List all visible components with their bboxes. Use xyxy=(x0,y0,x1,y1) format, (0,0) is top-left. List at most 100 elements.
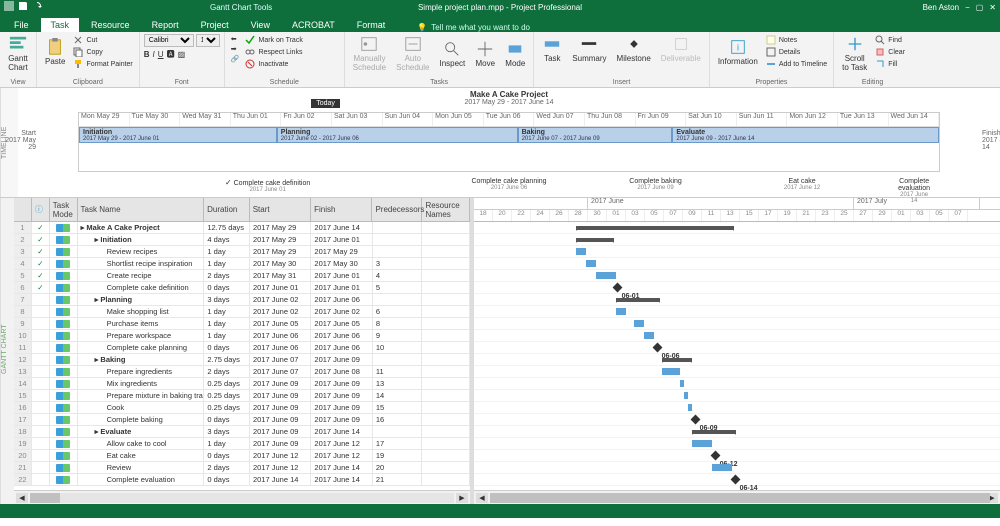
resource-cell[interactable] xyxy=(422,354,470,365)
chart-row[interactable] xyxy=(474,294,1000,306)
task-mode-cell[interactable] xyxy=(50,450,78,461)
resource-cell[interactable] xyxy=(422,342,470,353)
finish-cell[interactable]: 2017 June 08 xyxy=(311,366,372,377)
task-mode-cell[interactable] xyxy=(50,414,78,425)
deliverable-button[interactable]: Deliverable xyxy=(657,34,705,64)
maximize-icon[interactable]: ▢ xyxy=(976,3,984,12)
table-row[interactable]: 5✓Create recipe2 days2017 May 312017 Jun… xyxy=(14,270,470,282)
ribbon-tab-view[interactable]: View xyxy=(241,18,280,32)
row-number[interactable]: 1 xyxy=(14,222,32,233)
resource-cell[interactable] xyxy=(422,438,470,449)
add-to-timeline-button[interactable]: Add to Timeline xyxy=(764,58,829,70)
duration-cell[interactable]: 1 day xyxy=(204,246,250,257)
summary-bar[interactable] xyxy=(692,430,736,434)
task-mode-cell[interactable] xyxy=(50,270,78,281)
row-number[interactable]: 10 xyxy=(14,330,32,341)
finish-cell[interactable]: 2017 June 06 xyxy=(311,294,372,305)
predecessor-cell[interactable] xyxy=(373,294,423,305)
close-icon[interactable]: ✕ xyxy=(989,3,996,12)
task-name-cell[interactable]: Review xyxy=(78,462,205,473)
task-name-cell[interactable]: Eat cake xyxy=(78,450,205,461)
row-number[interactable]: 5 xyxy=(14,270,32,281)
inactivate-button[interactable]: Inactivate xyxy=(243,58,304,70)
chart-scrollbar[interactable]: ◀ ▶ xyxy=(474,490,1000,504)
resource-cell[interactable] xyxy=(422,462,470,473)
table-row[interactable]: 20Eat cake0 days2017 June 122017 June 12… xyxy=(14,450,470,462)
copy-button[interactable]: Copy xyxy=(71,46,134,58)
summary-bar[interactable] xyxy=(662,358,692,362)
predecessor-cell[interactable]: 8 xyxy=(373,318,423,329)
gantt-bar[interactable] xyxy=(688,404,692,411)
predecessor-cell[interactable]: 19 xyxy=(373,450,423,461)
summary-button[interactable]: Summary xyxy=(568,34,610,64)
table-row[interactable]: 12▸ Baking2.75 days2017 June 072017 June… xyxy=(14,354,470,366)
move-button[interactable]: Move xyxy=(471,34,499,73)
ribbon-tab-file[interactable]: File xyxy=(4,18,39,32)
predecessor-cell[interactable]: 11 xyxy=(373,366,423,377)
chart-row[interactable] xyxy=(474,474,1000,486)
predecessor-cell[interactable]: 21 xyxy=(373,474,423,485)
resource-cell[interactable] xyxy=(422,378,470,389)
predecessor-cell[interactable]: 4 xyxy=(373,270,423,281)
task-mode-cell[interactable] xyxy=(50,438,78,449)
finish-cell[interactable]: 2017 May 30 xyxy=(311,258,372,269)
predecessor-cell[interactable]: 16 xyxy=(373,414,423,425)
row-number[interactable]: 6 xyxy=(14,282,32,293)
milestone-diamond[interactable] xyxy=(691,415,701,425)
duration-cell[interactable]: 0 days xyxy=(204,474,250,485)
start-cell[interactable]: 2017 June 09 xyxy=(250,426,311,437)
gantt-chart-button[interactable]: Gantt Chart xyxy=(4,34,32,73)
row-number[interactable]: 14 xyxy=(14,378,32,389)
duration-cell[interactable]: 2 days xyxy=(204,270,250,281)
start-cell[interactable]: 2017 June 12 xyxy=(250,462,311,473)
row-number[interactable]: 13 xyxy=(14,366,32,377)
resource-cell[interactable] xyxy=(422,234,470,245)
predecessor-cell[interactable]: 5 xyxy=(373,282,423,293)
ribbon-tab-task[interactable]: Task xyxy=(41,18,80,32)
duration-cell[interactable]: 2 days xyxy=(204,366,250,377)
predecessor-cell[interactable]: 17 xyxy=(373,438,423,449)
indent-right-button[interactable]: ➡ xyxy=(229,44,242,54)
row-number[interactable]: 4 xyxy=(14,258,32,269)
finish-cell[interactable]: 2017 June 09 xyxy=(311,354,372,365)
gantt-bar[interactable] xyxy=(596,272,616,279)
table-row[interactable]: 21Review2 days2017 June 122017 June 1420 xyxy=(14,462,470,474)
predecessor-cell[interactable] xyxy=(373,234,423,245)
chart-row[interactable] xyxy=(474,354,1000,366)
chart-row[interactable] xyxy=(474,330,1000,342)
predecessor-cell[interactable] xyxy=(373,426,423,437)
resource-cell[interactable] xyxy=(422,294,470,305)
start-cell[interactable]: 2017 June 05 xyxy=(250,318,311,329)
tell-me-search[interactable]: 💡Tell me what you want to do xyxy=(417,23,530,32)
table-row[interactable]: 13Prepare ingredients2 days2017 June 072… xyxy=(14,366,470,378)
table-row[interactable]: 9Purchase items1 day2017 June 052017 Jun… xyxy=(14,318,470,330)
table-row[interactable]: 14Mix ingredients0.25 days2017 June 0920… xyxy=(14,378,470,390)
start-cell[interactable]: 2017 June 09 xyxy=(250,390,311,401)
ribbon-tab-acrobat[interactable]: ACROBAT xyxy=(282,18,345,32)
gantt-bar[interactable] xyxy=(712,464,732,471)
task-name-cell[interactable]: Complete cake definition xyxy=(78,282,205,293)
row-number[interactable]: 20 xyxy=(14,450,32,461)
fill-color-button[interactable]: ▨ xyxy=(178,50,186,59)
chart-row[interactable] xyxy=(474,318,1000,330)
cut-button[interactable]: Cut xyxy=(71,34,134,46)
duration-cell[interactable]: 3 days xyxy=(204,426,250,437)
gantt-bar[interactable] xyxy=(576,248,586,255)
predecessor-cell[interactable] xyxy=(373,246,423,257)
notes-button[interactable]: Notes xyxy=(764,34,829,46)
duration-cell[interactable]: 0 days xyxy=(204,282,250,293)
resource-cell[interactable] xyxy=(422,426,470,437)
predecessor-cell[interactable]: 13 xyxy=(373,378,423,389)
milestone-diamond[interactable] xyxy=(653,343,663,353)
table-row[interactable]: 2✓▸ Initiation4 days2017 May 292017 June… xyxy=(14,234,470,246)
row-number[interactable]: 18 xyxy=(14,426,32,437)
chart-row[interactable] xyxy=(474,366,1000,378)
finish-cell[interactable]: 2017 June 01 xyxy=(311,282,372,293)
finish-cell[interactable]: 2017 June 01 xyxy=(311,270,372,281)
task-name-cell[interactable]: ▸ Initiation xyxy=(78,234,205,245)
resource-cell[interactable] xyxy=(422,366,470,377)
start-cell[interactable]: 2017 June 07 xyxy=(250,366,311,377)
task-name-cell[interactable]: Prepare mixture in baking tray xyxy=(78,390,205,401)
mark-on-track-button[interactable]: Mark on Track xyxy=(243,34,304,46)
row-number[interactable]: 22 xyxy=(14,474,32,485)
